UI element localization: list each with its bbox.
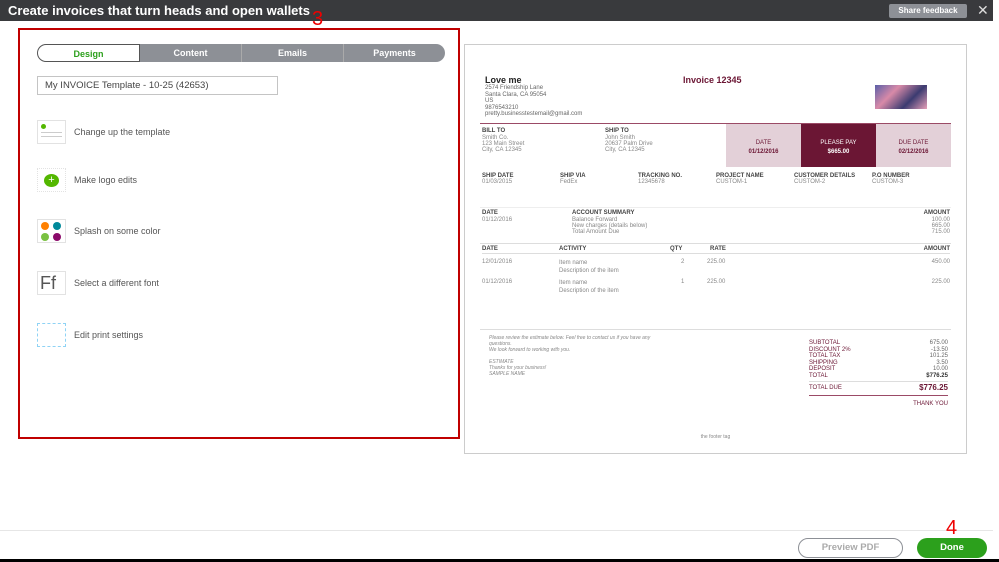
invoice-note: Please review the estimate below. Feel f…	[489, 335, 651, 377]
template-icon	[37, 120, 66, 144]
option-label: Edit print settings	[74, 330, 144, 340]
option-logo-edits[interactable]: + Make logo edits	[37, 168, 137, 192]
tab-emails[interactable]: Emails	[242, 44, 344, 62]
dialog-title: Create invoices that turn heads and open…	[8, 3, 310, 18]
company-name: Love me	[485, 75, 522, 85]
logo-image	[875, 85, 927, 109]
option-font[interactable]: Ff Select a different font	[37, 271, 159, 295]
tab-payments[interactable]: Payments	[344, 44, 445, 62]
template-name-input[interactable]: My INVOICE Template - 10-25 (42653)	[37, 76, 278, 95]
ship-to: John Smith 20637 Palm Drive City, CA 12345	[605, 135, 653, 153]
tab-bar: Design Content Emails Payments	[37, 44, 445, 62]
color-palette-icon	[37, 219, 66, 243]
logo-add-icon: +	[37, 168, 66, 192]
please-pay-box: PLEASE PAY $665.00	[801, 124, 876, 167]
done-button[interactable]: Done	[917, 538, 987, 558]
annotation-4: 4	[946, 517, 958, 539]
option-label: Splash on some color	[74, 226, 161, 236]
font-icon: Ff	[37, 271, 66, 295]
option-label: Select a different font	[74, 278, 159, 288]
due-date-box: DUE DATE 02/12/2016	[876, 124, 951, 167]
invoice-title: Invoice 12345	[683, 75, 742, 85]
invoice-preview: Love me 2574 Friendship Lane Santa Clara,…	[464, 44, 967, 454]
bill-to-label: BILL TO	[482, 128, 506, 134]
divider	[0, 530, 993, 531]
annotation-3: 3	[312, 8, 324, 30]
option-print-settings[interactable]: Edit print settings	[37, 323, 143, 347]
option-change-template[interactable]: Change up the template	[37, 120, 170, 144]
print-settings-icon	[37, 323, 66, 347]
totals: SUBTOTAL 675.00 DISCOUNT 2% -13.50 TOTAL T…	[809, 340, 948, 407]
option-label: Make logo edits	[74, 175, 138, 185]
invoice-footer: the footer tag	[700, 434, 731, 440]
share-feedback-button[interactable]: Share feedback	[889, 4, 967, 18]
ship-to-label: SHIP TO	[605, 128, 629, 134]
meta-row: SHIP DATE 01/03/2015 SHIP VIA FedEx TRACKI…	[482, 173, 910, 185]
option-label: Change up the template	[74, 127, 171, 137]
close-icon[interactable]: ✕	[977, 2, 989, 19]
bill-to: Smith Co. 123 Main Street City, CA 12345	[482, 135, 525, 153]
items-table: DATE ACTIVITY QTY RATE AMOUNT 12/01/2016 Item…	[482, 246, 950, 294]
option-splash-color[interactable]: Splash on some color	[37, 219, 161, 243]
tab-content[interactable]: Content	[140, 44, 242, 62]
date-box: DATE 01/12/2016	[726, 124, 801, 167]
company-address: 2574 Friendship Lane Santa Clara, CA 9505…	[485, 85, 583, 117]
tab-design[interactable]: Design	[37, 44, 140, 62]
preview-pdf-button[interactable]: Preview PDF	[798, 538, 903, 558]
